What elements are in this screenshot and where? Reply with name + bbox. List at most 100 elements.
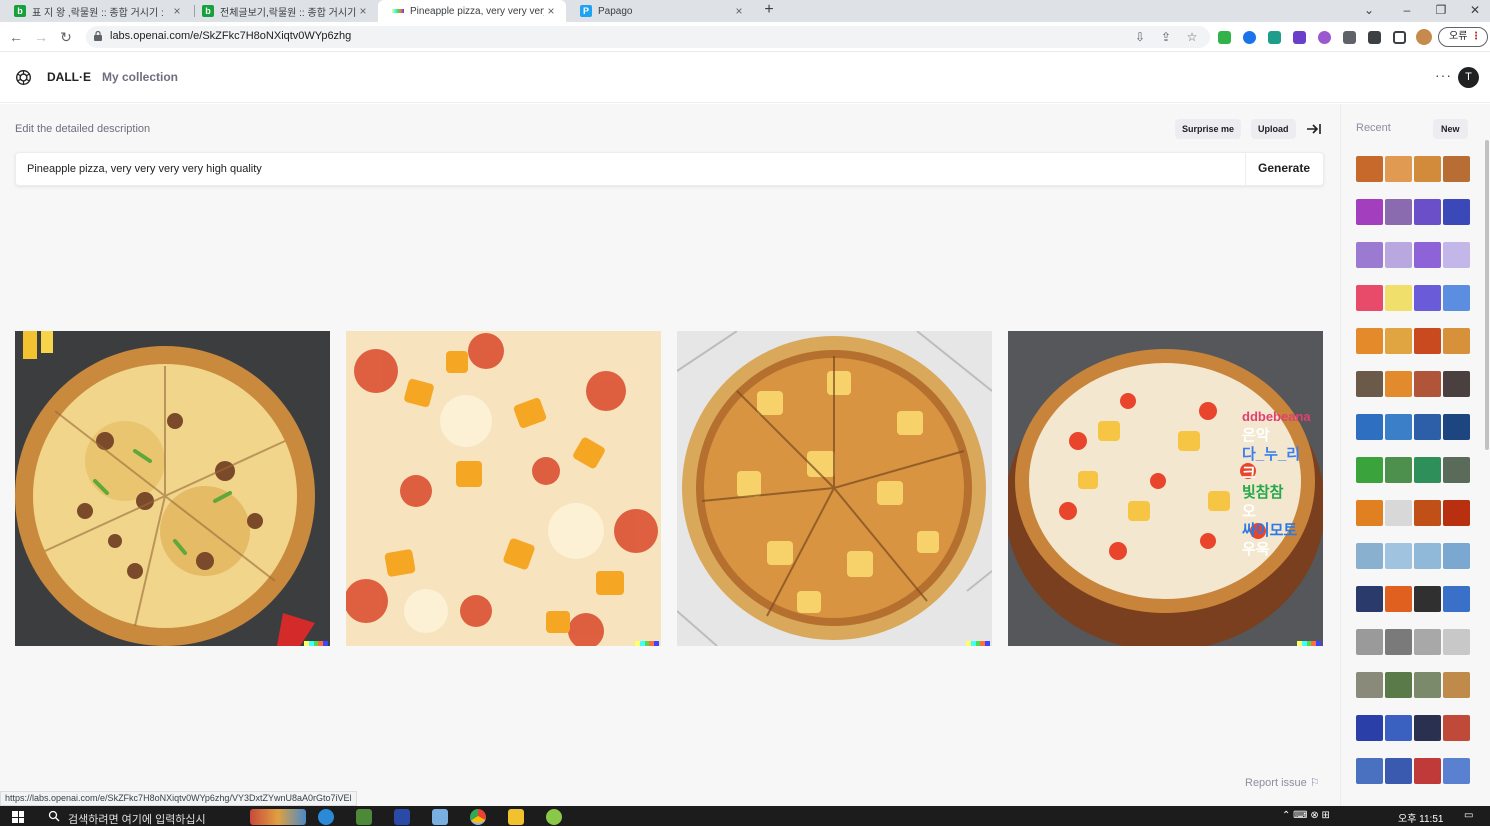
browser-tab-2[interactable]: b 전체글보기,락물원 :: 종합 거시기 × [188,0,378,22]
recent-thumbnail[interactable] [1414,629,1441,655]
windows-start-icon[interactable] [12,811,24,823]
reload-icon[interactable]: ↻ [56,27,76,47]
maximize-icon[interactable]: ❐ [1424,0,1458,22]
scrollbar-thumb[interactable] [1485,140,1489,450]
install-icon[interactable]: ⇩ [1132,29,1148,45]
clock[interactable]: 오후 11:51 [1398,810,1443,825]
recent-thumbnail[interactable] [1356,672,1383,698]
side-panel-icon[interactable] [1393,31,1406,44]
recent-thumbnail[interactable] [1356,414,1383,440]
recent-thumbnail[interactable] [1356,156,1383,182]
extension-purple-icon[interactable] [1318,31,1331,44]
recent-thumbnail[interactable] [1385,199,1412,225]
tab-search-icon[interactable]: ⌄ [1352,0,1386,22]
openai-logo-icon[interactable] [15,69,32,86]
recent-thumbnail[interactable] [1385,543,1412,569]
vegas-icon[interactable] [394,809,410,825]
taskbar-search-field[interactable]: 검색하려면 여기에 입력하십시 [68,811,206,826]
recent-thumbnail[interactable] [1385,414,1412,440]
surprise-me-button[interactable]: Surprise me [1175,119,1242,139]
recent-thumbnail[interactable] [1443,328,1470,354]
window-close-icon[interactable]: ✕ [1458,0,1490,22]
recent-thumbnail[interactable] [1443,371,1470,397]
recent-thumbnail[interactable] [1385,715,1412,741]
recent-thumbnail[interactable] [1356,715,1383,741]
recent-thumbnail[interactable] [1356,371,1383,397]
chrome-icon[interactable] [470,809,486,825]
recent-thumbnail[interactable] [1443,457,1470,483]
recent-thumbnail[interactable] [1356,500,1383,526]
generated-image-3[interactable] [677,331,992,646]
recent-thumbnail[interactable] [1356,285,1383,311]
recent-thumbnail[interactable] [1414,672,1441,698]
recent-thumbnail[interactable] [1414,500,1441,526]
recent-thumbnail[interactable] [1385,371,1412,397]
browser-tab-1[interactable]: b 표 지 왕 ,락물원 :: 종합 거시기 : × [0,0,192,22]
recent-thumbnail[interactable] [1385,629,1412,655]
prompt-input[interactable]: Pineapple pizza, very very very very hig… [15,152,1324,186]
edge-icon[interactable] [318,809,334,825]
recent-thumbnail[interactable] [1443,414,1470,440]
report-issue-link[interactable]: Report issue ⚐ [1245,776,1320,789]
extension-gray-icon[interactable] [1343,31,1356,44]
recent-thumbnail[interactable] [1385,500,1412,526]
collapse-sidebar-icon[interactable] [1306,121,1322,137]
recent-thumbnail[interactable] [1443,715,1470,741]
generated-image-2[interactable] [346,331,661,646]
recent-thumbnail[interactable] [1414,414,1441,440]
recent-thumbnail[interactable] [1443,500,1470,526]
recent-thumbnail[interactable] [1385,586,1412,612]
recent-thumbnail[interactable] [1385,457,1412,483]
upload-button[interactable]: Upload [1251,119,1296,139]
recent-thumbnail[interactable] [1414,758,1441,784]
recent-thumbnail[interactable] [1414,715,1441,741]
recent-thumbnail[interactable] [1443,285,1470,311]
address-bar[interactable]: labs.openai.com/e/SkZFkc7H8oNXiqtv0WYp6z… [86,26,1210,48]
extension-blue-icon[interactable] [1243,31,1256,44]
recent-thumbnail[interactable] [1356,457,1383,483]
generated-image-1[interactable] [15,331,330,646]
close-tab-icon[interactable]: × [732,4,746,18]
recent-thumbnail[interactable] [1414,242,1441,268]
recent-thumbnail[interactable] [1443,156,1470,182]
recent-thumbnail[interactable] [1356,242,1383,268]
sidebar-scrollbar[interactable] [1484,104,1490,806]
recent-thumbnail[interactable] [1414,543,1441,569]
recent-thumbnail[interactable] [1443,543,1470,569]
minecraft-icon[interactable] [356,809,372,825]
recent-thumbnail[interactable] [1356,199,1383,225]
recent-thumbnail[interactable] [1356,328,1383,354]
search-icon[interactable] [48,810,60,822]
recent-thumbnail[interactable] [1414,285,1441,311]
recent-thumbnail[interactable] [1443,199,1470,225]
close-tab-icon[interactable]: × [544,4,558,18]
file-explorer-icon[interactable] [508,809,524,825]
recent-thumbnail[interactable] [1414,371,1441,397]
extension-v-icon[interactable] [1293,31,1306,44]
recent-thumbnail[interactable] [1385,242,1412,268]
more-options-icon[interactable]: ··· [1435,67,1452,83]
recent-thumbnail[interactable] [1385,285,1412,311]
prompt-text[interactable]: Pineapple pizza, very very very very hig… [27,163,262,175]
recent-thumbnail[interactable] [1443,586,1470,612]
paint-app-icon[interactable] [546,809,562,825]
my-collection-link[interactable]: My collection [102,70,178,84]
back-icon[interactable]: ← [6,27,26,47]
recent-thumbnail[interactable] [1385,156,1412,182]
browser-tab-4[interactable]: P Papago × [566,0,754,22]
recent-thumbnail[interactable] [1385,758,1412,784]
recent-thumbnail[interactable] [1443,629,1470,655]
share-icon[interactable]: ⇪ [1158,29,1174,45]
recent-thumbnail[interactable] [1385,328,1412,354]
task-view-icon[interactable] [250,809,306,825]
tray-icons[interactable]: ⌃ ⌨ ⊗ ⊞ [1282,810,1330,821]
new-button[interactable]: New [1433,119,1468,139]
notification-icon[interactable]: ▭ [1464,810,1473,821]
recent-thumbnail[interactable] [1356,586,1383,612]
recent-thumbnail[interactable] [1414,457,1441,483]
browser-tab-active[interactable]: Pineapple pizza, very very very × [378,0,566,22]
generated-image-4[interactable]: ddbebeana 은악 다_누_리 크 빛참참 오 싸이모토 우욱 [1008,331,1323,646]
recent-thumbnail[interactable] [1414,586,1441,612]
recent-thumbnail[interactable] [1443,672,1470,698]
new-tab-button[interactable]: + [760,0,778,22]
